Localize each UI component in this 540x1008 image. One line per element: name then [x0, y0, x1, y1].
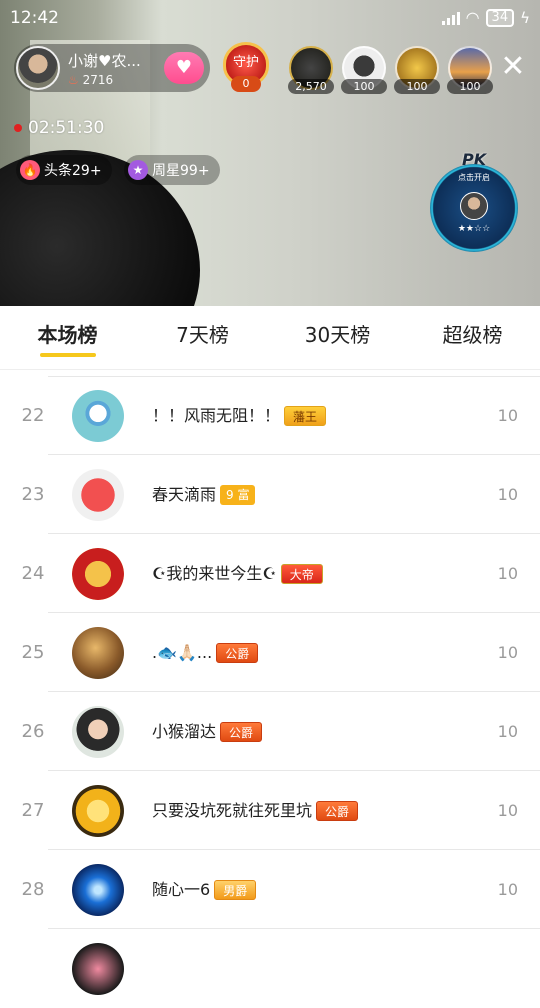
score: 10	[497, 564, 518, 583]
user-name: 随心一6	[152, 880, 211, 899]
pk-hint: 点击开启	[458, 173, 490, 182]
rank-number: 22	[21, 405, 45, 426]
flame-badge-icon: 🔥	[20, 160, 40, 180]
level-badge: 男爵	[214, 879, 257, 900]
user-avatar[interactable]	[72, 864, 124, 916]
user-avatar[interactable]	[72, 943, 124, 995]
wifi-icon: ◠	[465, 8, 480, 27]
rank-number: 26	[21, 721, 45, 742]
viewer-count-3: 100	[394, 79, 440, 94]
headline-badge[interactable]: 🔥 头条29+	[16, 155, 112, 185]
score: 10	[497, 406, 518, 425]
rank-number: 23	[21, 484, 45, 505]
list-item[interactable]: 23 春天滴雨 9 富 10	[22, 455, 540, 534]
follow-button[interactable]: ♥	[164, 52, 204, 84]
level-badge: 公爵	[220, 721, 263, 742]
list-item[interactable]: 26 小猴溜达 公爵 10	[22, 692, 540, 771]
flame-icon: ♨	[68, 72, 79, 87]
user-name: ☪我的来世今生☪	[152, 564, 277, 583]
score: 10	[497, 880, 518, 899]
user-avatar[interactable]	[72, 627, 124, 679]
viewer-count-2: 100	[341, 79, 387, 94]
score: 10	[497, 801, 518, 820]
guard-label: 守护	[232, 55, 259, 70]
score: 10	[497, 485, 518, 504]
pk-avatar	[460, 192, 488, 220]
host-name: 小谢♥农...	[68, 51, 141, 70]
user-avatar[interactable]	[72, 548, 124, 600]
weekly-star-badge-text: 周星99+	[152, 163, 210, 179]
viewer-count-1: 2,570	[288, 79, 334, 94]
viewer-count-4: 100	[447, 79, 493, 94]
pk-stars: ★★☆☆	[457, 224, 491, 234]
list-item-partial[interactable]	[48, 929, 540, 1008]
guard-badge[interactable]: 守护 0	[219, 40, 273, 94]
weekly-star-badge[interactable]: ★ 周星99+	[124, 155, 220, 185]
rank-number: 27	[21, 800, 45, 821]
level-badge: 9 富	[220, 484, 256, 505]
rank-number: 24	[21, 563, 45, 584]
host-fans-count: 2716	[82, 72, 114, 87]
user-avatar[interactable]	[72, 785, 124, 837]
user-avatar[interactable]	[72, 469, 124, 521]
user-name: 小猴溜达	[152, 722, 217, 741]
status-bar: 12:42 ◠ 34 ϟ	[0, 6, 540, 32]
heart-icon: ♥	[175, 57, 193, 78]
list-item[interactable]: 22 ！！风雨无阻！！ 藩王 10	[22, 376, 540, 455]
tab-super[interactable]: 超级榜	[405, 306, 540, 369]
user-name: .🐟🙏🏻...	[152, 643, 213, 662]
signal-icon	[441, 11, 460, 25]
host-info-pill[interactable]: 小谢♥农... ♨ 2716 ♥	[14, 44, 210, 92]
tab-30-days[interactable]: 30天榜	[270, 306, 405, 369]
guard-count: 0	[231, 76, 261, 92]
score: 10	[497, 722, 518, 741]
user-avatar[interactable]	[72, 390, 124, 442]
live-dot-icon	[14, 124, 22, 132]
list-item[interactable]: 27 只要没坑死就往死里坑 公爵 10	[22, 771, 540, 850]
close-icon[interactable]: ✕	[496, 50, 530, 84]
list-item[interactable]: 24 ☪我的来世今生☪ 大帝 10	[22, 534, 540, 613]
pk-widget[interactable]: PK 点击开启 ★★☆☆	[430, 150, 520, 252]
user-name: 春天滴雨	[152, 485, 217, 504]
ranking-list: 22 ！！风雨无阻！！ 藩王 10 23 春天滴雨 9 富 10 24 ☪我的来世今…	[0, 376, 540, 1008]
tab-current-session[interactable]: 本场榜	[0, 306, 135, 369]
list-item[interactable]: 25 .🐟🙏🏻... 公爵 10	[22, 613, 540, 692]
user-name: ！！风雨无阻！！	[152, 406, 281, 425]
tab-7-days[interactable]: 7天榜	[135, 306, 270, 369]
status-time: 12:42	[10, 8, 59, 28]
charging-icon: ϟ	[520, 8, 530, 27]
score: 10	[497, 643, 518, 662]
user-name: 只要没坑死就往死里坑	[152, 801, 313, 820]
level-badge: 藩王	[284, 405, 327, 426]
battery-icon: 34	[485, 8, 515, 27]
rank-number: 25	[21, 642, 45, 663]
list-item[interactable]: 28 随心一6 男爵 10	[22, 850, 540, 929]
level-badge: 大帝	[280, 563, 323, 584]
rank-number: 28	[21, 879, 45, 900]
host-avatar[interactable]	[16, 46, 60, 90]
live-duration: 02:51:30	[14, 118, 104, 138]
level-badge: 公爵	[216, 642, 259, 663]
host-fans: ♨ 2716	[68, 73, 141, 87]
live-duration-text: 02:51:30	[28, 118, 105, 138]
ranking-tabs: 本场榜 7天榜 30天榜 超级榜	[0, 306, 540, 370]
headline-badge-text: 头条29+	[44, 163, 102, 179]
star-badge-icon: ★	[128, 160, 148, 180]
level-badge: 公爵	[316, 800, 359, 821]
user-avatar[interactable]	[72, 706, 124, 758]
